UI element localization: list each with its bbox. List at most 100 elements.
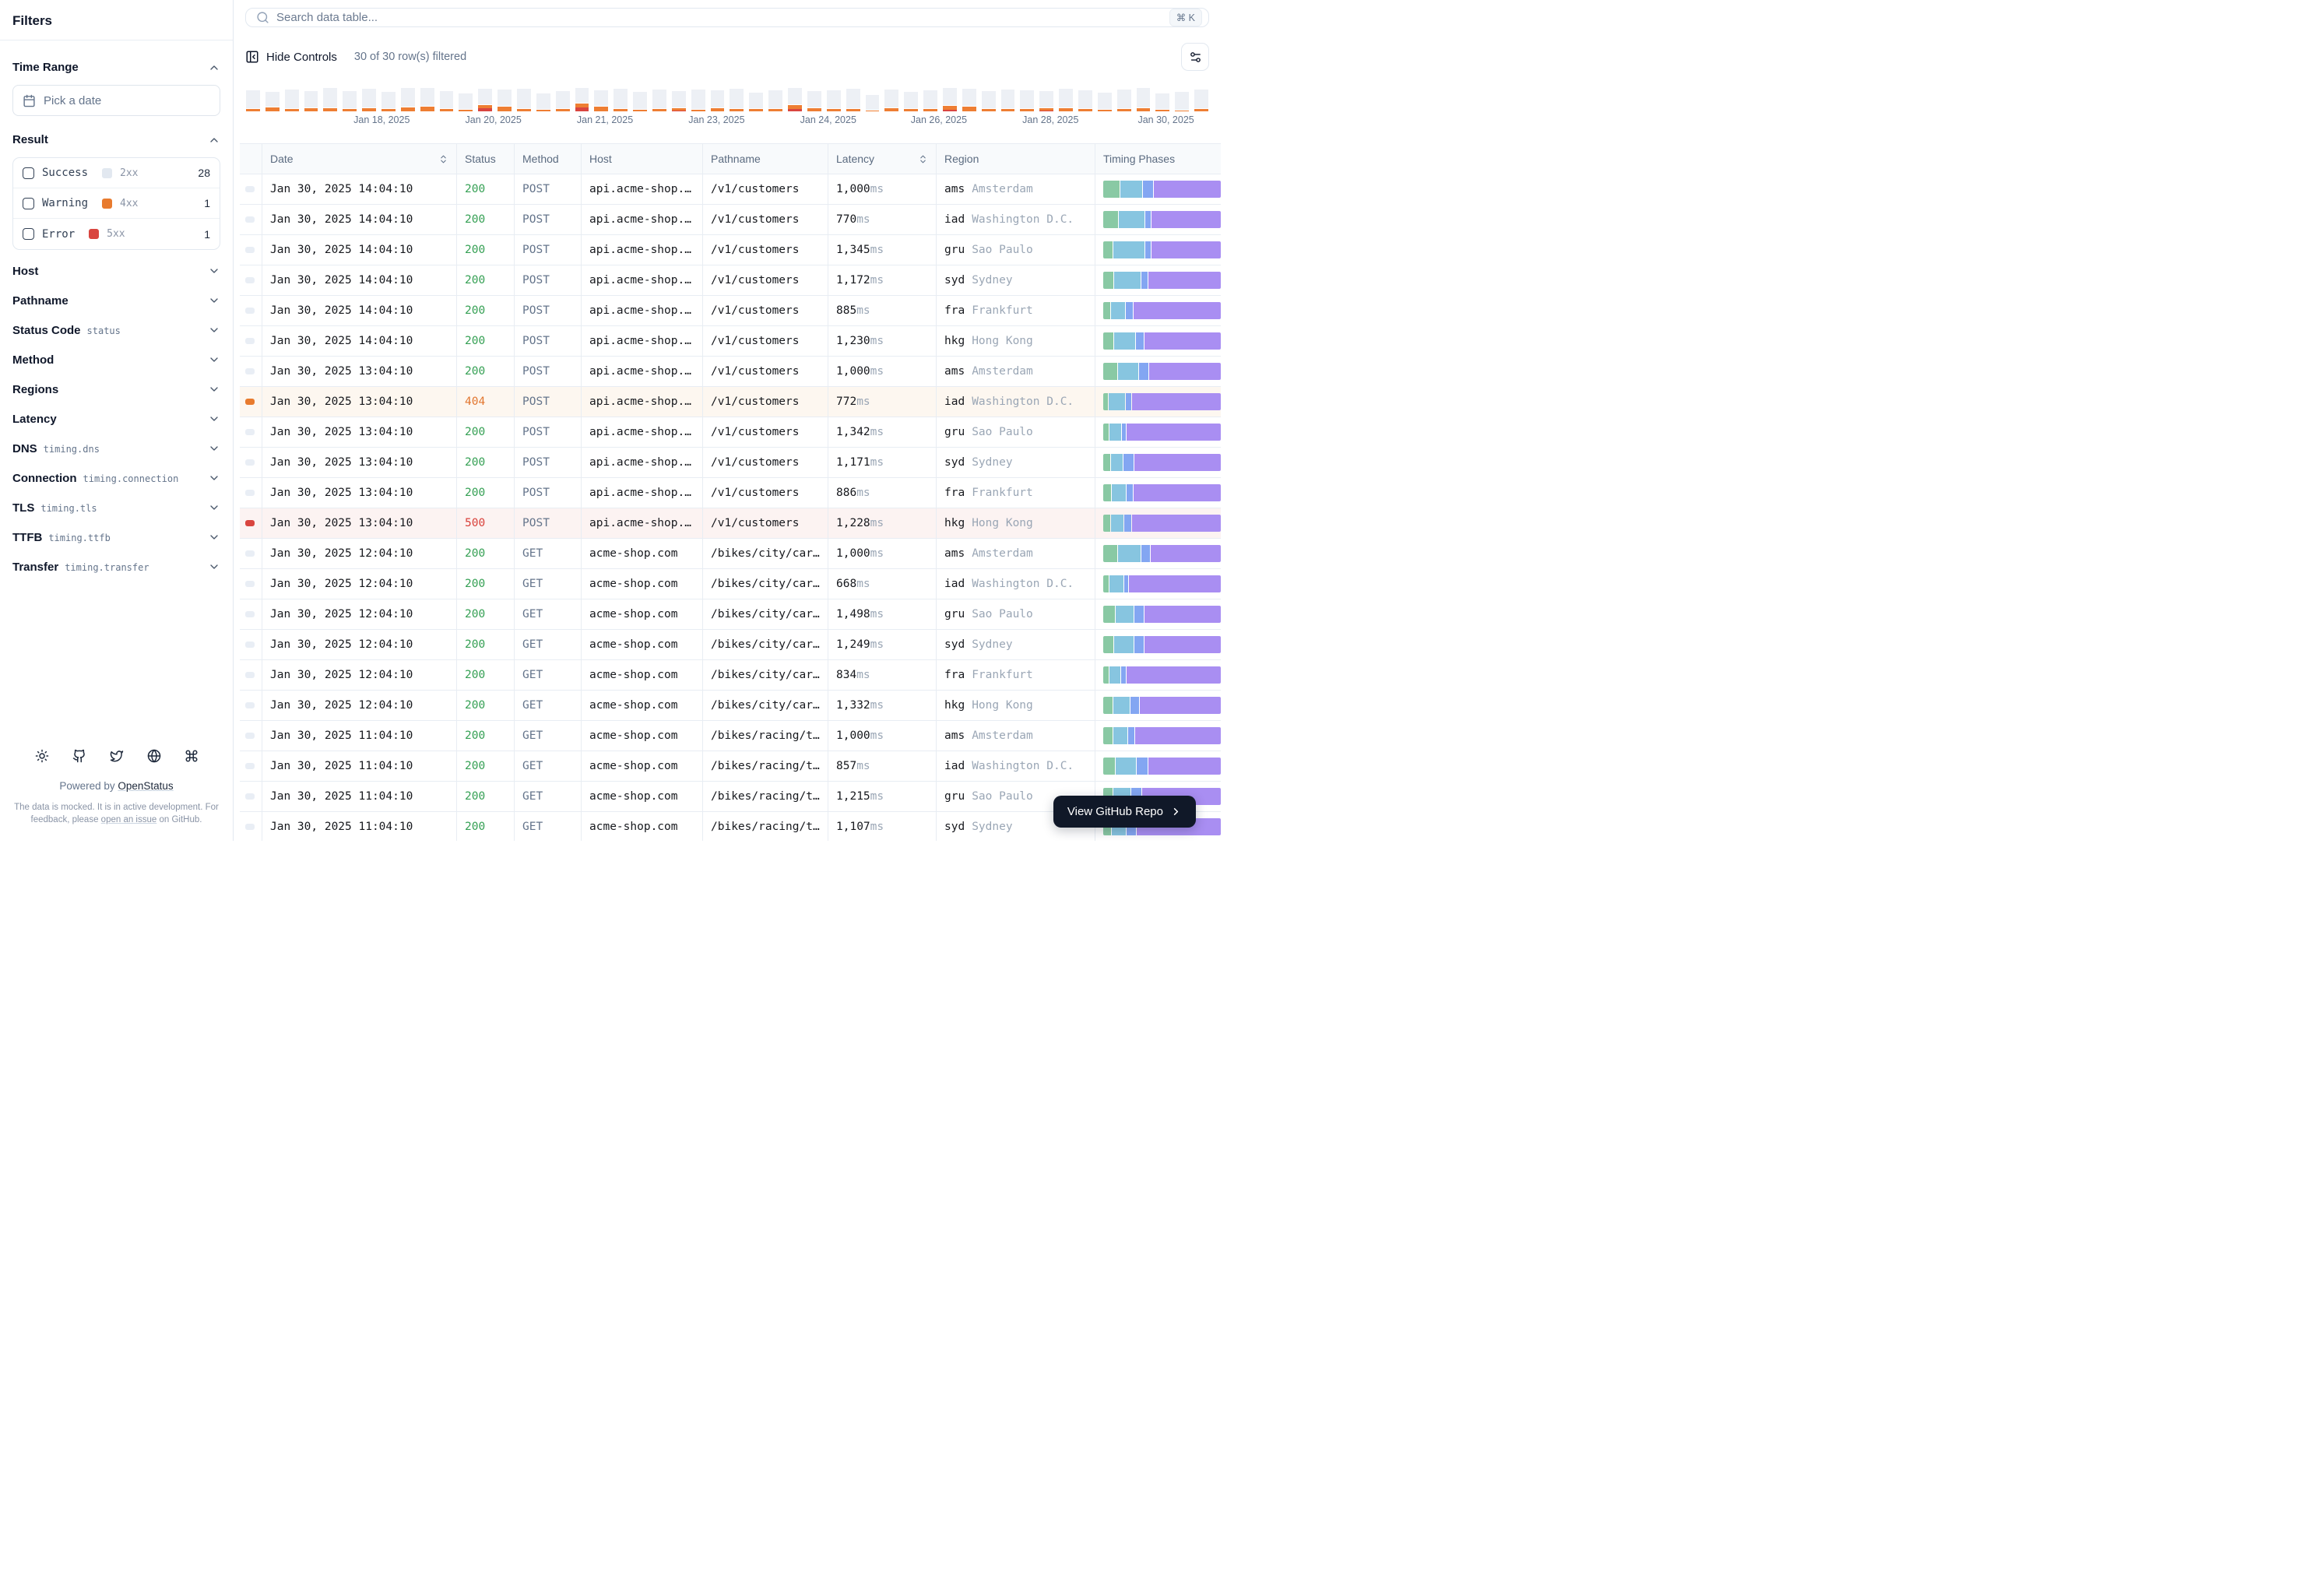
search-input[interactable] (276, 11, 1162, 24)
view-options-button[interactable] (1181, 43, 1209, 71)
histogram-bar[interactable] (323, 88, 338, 111)
histogram-bar[interactable] (1020, 88, 1035, 111)
histogram-bar[interactable] (884, 88, 899, 111)
histogram-bar[interactable] (265, 88, 280, 111)
histogram-bar[interactable] (284, 88, 299, 111)
histogram-bar[interactable] (1078, 88, 1092, 111)
result-section-header[interactable]: Result (12, 133, 220, 146)
table-row[interactable]: Jan 30, 2025 12:04:10 200 GET acme-shop.… (240, 630, 1221, 660)
filter-section-header[interactable]: Connection timing.connection (12, 463, 220, 493)
filter-section-header[interactable]: Method (12, 345, 220, 374)
checkbox[interactable] (23, 228, 34, 240)
table-row[interactable]: Jan 30, 2025 12:04:10 200 GET acme-shop.… (240, 691, 1221, 721)
histogram-bar[interactable] (846, 88, 860, 111)
histogram-bar[interactable] (343, 88, 357, 111)
histogram-bar[interactable] (498, 88, 512, 111)
filter-section-header[interactable]: TLS timing.tls (12, 493, 220, 522)
table-row[interactable]: Jan 30, 2025 12:04:10 200 GET acme-shop.… (240, 660, 1221, 691)
histogram-bar[interactable] (826, 88, 841, 111)
histogram-bar[interactable] (246, 88, 260, 111)
table-row[interactable]: Jan 30, 2025 11:04:10 200 GET acme-shop.… (240, 751, 1221, 782)
histogram-bar[interactable] (633, 88, 648, 111)
table-row[interactable]: Jan 30, 2025 13:04:10 200 POST api.acme-… (240, 448, 1221, 478)
histogram-bar[interactable] (865, 88, 880, 111)
histogram-bar[interactable] (1097, 88, 1112, 111)
histogram-bar[interactable] (942, 88, 957, 111)
filter-section-header[interactable]: Host (12, 256, 220, 286)
checkbox[interactable] (23, 197, 34, 209)
table-row[interactable]: Jan 30, 2025 13:04:10 500 POST api.acme-… (240, 508, 1221, 539)
twitter-icon[interactable] (110, 749, 124, 763)
histogram-bar[interactable] (730, 88, 744, 111)
histogram-bar[interactable] (478, 88, 493, 111)
table-row[interactable]: Jan 30, 2025 13:04:10 404 POST api.acme-… (240, 387, 1221, 417)
histogram-bar[interactable] (362, 88, 377, 111)
histogram-bar[interactable] (1155, 88, 1170, 111)
histogram-bar[interactable] (517, 88, 531, 111)
histogram-bar[interactable] (691, 88, 705, 111)
table-row[interactable]: Jan 30, 2025 13:04:10 200 POST api.acme-… (240, 417, 1221, 448)
table-row[interactable]: Jan 30, 2025 14:04:10 200 POST api.acme-… (240, 326, 1221, 357)
openstatus-link[interactable]: OpenStatus (118, 780, 173, 792)
histogram-bar[interactable] (923, 88, 937, 111)
filter-section-header[interactable]: Regions (12, 374, 220, 404)
filter-section-header[interactable]: TTFB timing.ttfb (12, 522, 220, 552)
histogram-bar[interactable] (381, 88, 396, 111)
histogram-bar[interactable] (614, 88, 628, 111)
histogram-bar[interactable] (1194, 88, 1208, 111)
command-icon[interactable] (185, 749, 199, 763)
table-row[interactable]: Jan 30, 2025 14:04:10 200 POST api.acme-… (240, 296, 1221, 326)
open-issue-link[interactable]: open an issue (101, 815, 157, 824)
histogram-bar[interactable] (710, 88, 725, 111)
table-row[interactable]: Jan 30, 2025 14:04:10 200 POST api.acme-… (240, 174, 1221, 205)
result-filter-item[interactable]: Error 5xx 1 (13, 219, 220, 249)
result-filter-item[interactable]: Warning 4xx 1 (13, 188, 220, 219)
table-row[interactable]: Jan 30, 2025 13:04:10 200 POST api.acme-… (240, 478, 1221, 508)
table-row[interactable]: Jan 30, 2025 13:04:10 200 POST api.acme-… (240, 357, 1221, 387)
histogram-bar[interactable] (1116, 88, 1131, 111)
checkbox[interactable] (23, 167, 34, 179)
table-row[interactable]: Jan 30, 2025 14:04:10 200 POST api.acme-… (240, 235, 1221, 265)
histogram-bar[interactable] (420, 88, 434, 111)
table-row[interactable]: Jan 30, 2025 12:04:10 200 GET acme-shop.… (240, 539, 1221, 569)
histogram-bar[interactable] (768, 88, 783, 111)
histogram-bar[interactable] (536, 88, 550, 111)
filter-section-header[interactable]: Status Code status (12, 315, 220, 345)
histogram-bar[interactable] (1039, 88, 1054, 111)
histogram-bar[interactable] (1175, 88, 1190, 111)
histogram-bar[interactable] (981, 88, 996, 111)
filter-section-header[interactable]: Latency (12, 404, 220, 434)
histogram-bar[interactable] (575, 88, 589, 111)
globe-icon[interactable] (147, 749, 161, 763)
histogram-bar[interactable] (459, 88, 473, 111)
result-filter-item[interactable]: Success 2xx 28 (13, 158, 220, 188)
histogram-bar[interactable] (904, 88, 919, 111)
table-row[interactable]: Jan 30, 2025 11:04:10 200 GET acme-shop.… (240, 721, 1221, 751)
histogram-bar[interactable] (304, 88, 318, 111)
view-github-repo-button[interactable]: View GitHub Repo (1053, 796, 1196, 828)
filter-section-header[interactable]: Transfer timing.transfer (12, 552, 220, 582)
table-row[interactable]: Jan 30, 2025 12:04:10 200 GET acme-shop.… (240, 569, 1221, 599)
filter-section-header[interactable]: DNS timing.dns (12, 434, 220, 463)
sun-icon[interactable] (35, 749, 49, 763)
histogram-bar[interactable] (1000, 88, 1015, 111)
date-picker-input[interactable]: Pick a date (12, 85, 220, 116)
filter-section-header[interactable]: Pathname (12, 286, 220, 315)
github-icon[interactable] (72, 749, 86, 763)
histogram-bar[interactable] (807, 88, 821, 111)
histogram-bar[interactable] (962, 88, 976, 111)
header-date[interactable]: Date (262, 144, 457, 174)
histogram-bar[interactable] (652, 88, 666, 111)
histogram-bar[interactable] (439, 88, 454, 111)
histogram-bar[interactable] (749, 88, 764, 111)
time-range-section-header[interactable]: Time Range (12, 61, 220, 74)
histogram-bar[interactable] (594, 88, 609, 111)
histogram-bar[interactable] (1059, 88, 1073, 111)
header-latency[interactable]: Latency (828, 144, 937, 174)
hide-controls-button[interactable]: Hide Controls (245, 50, 337, 64)
histogram-bar[interactable] (1136, 88, 1151, 111)
histogram-bar[interactable] (671, 88, 686, 111)
table-row[interactable]: Jan 30, 2025 14:04:10 200 POST api.acme-… (240, 205, 1221, 235)
table-row[interactable]: Jan 30, 2025 14:04:10 200 POST api.acme-… (240, 265, 1221, 296)
table-row[interactable]: Jan 30, 2025 12:04:10 200 GET acme-shop.… (240, 599, 1221, 630)
